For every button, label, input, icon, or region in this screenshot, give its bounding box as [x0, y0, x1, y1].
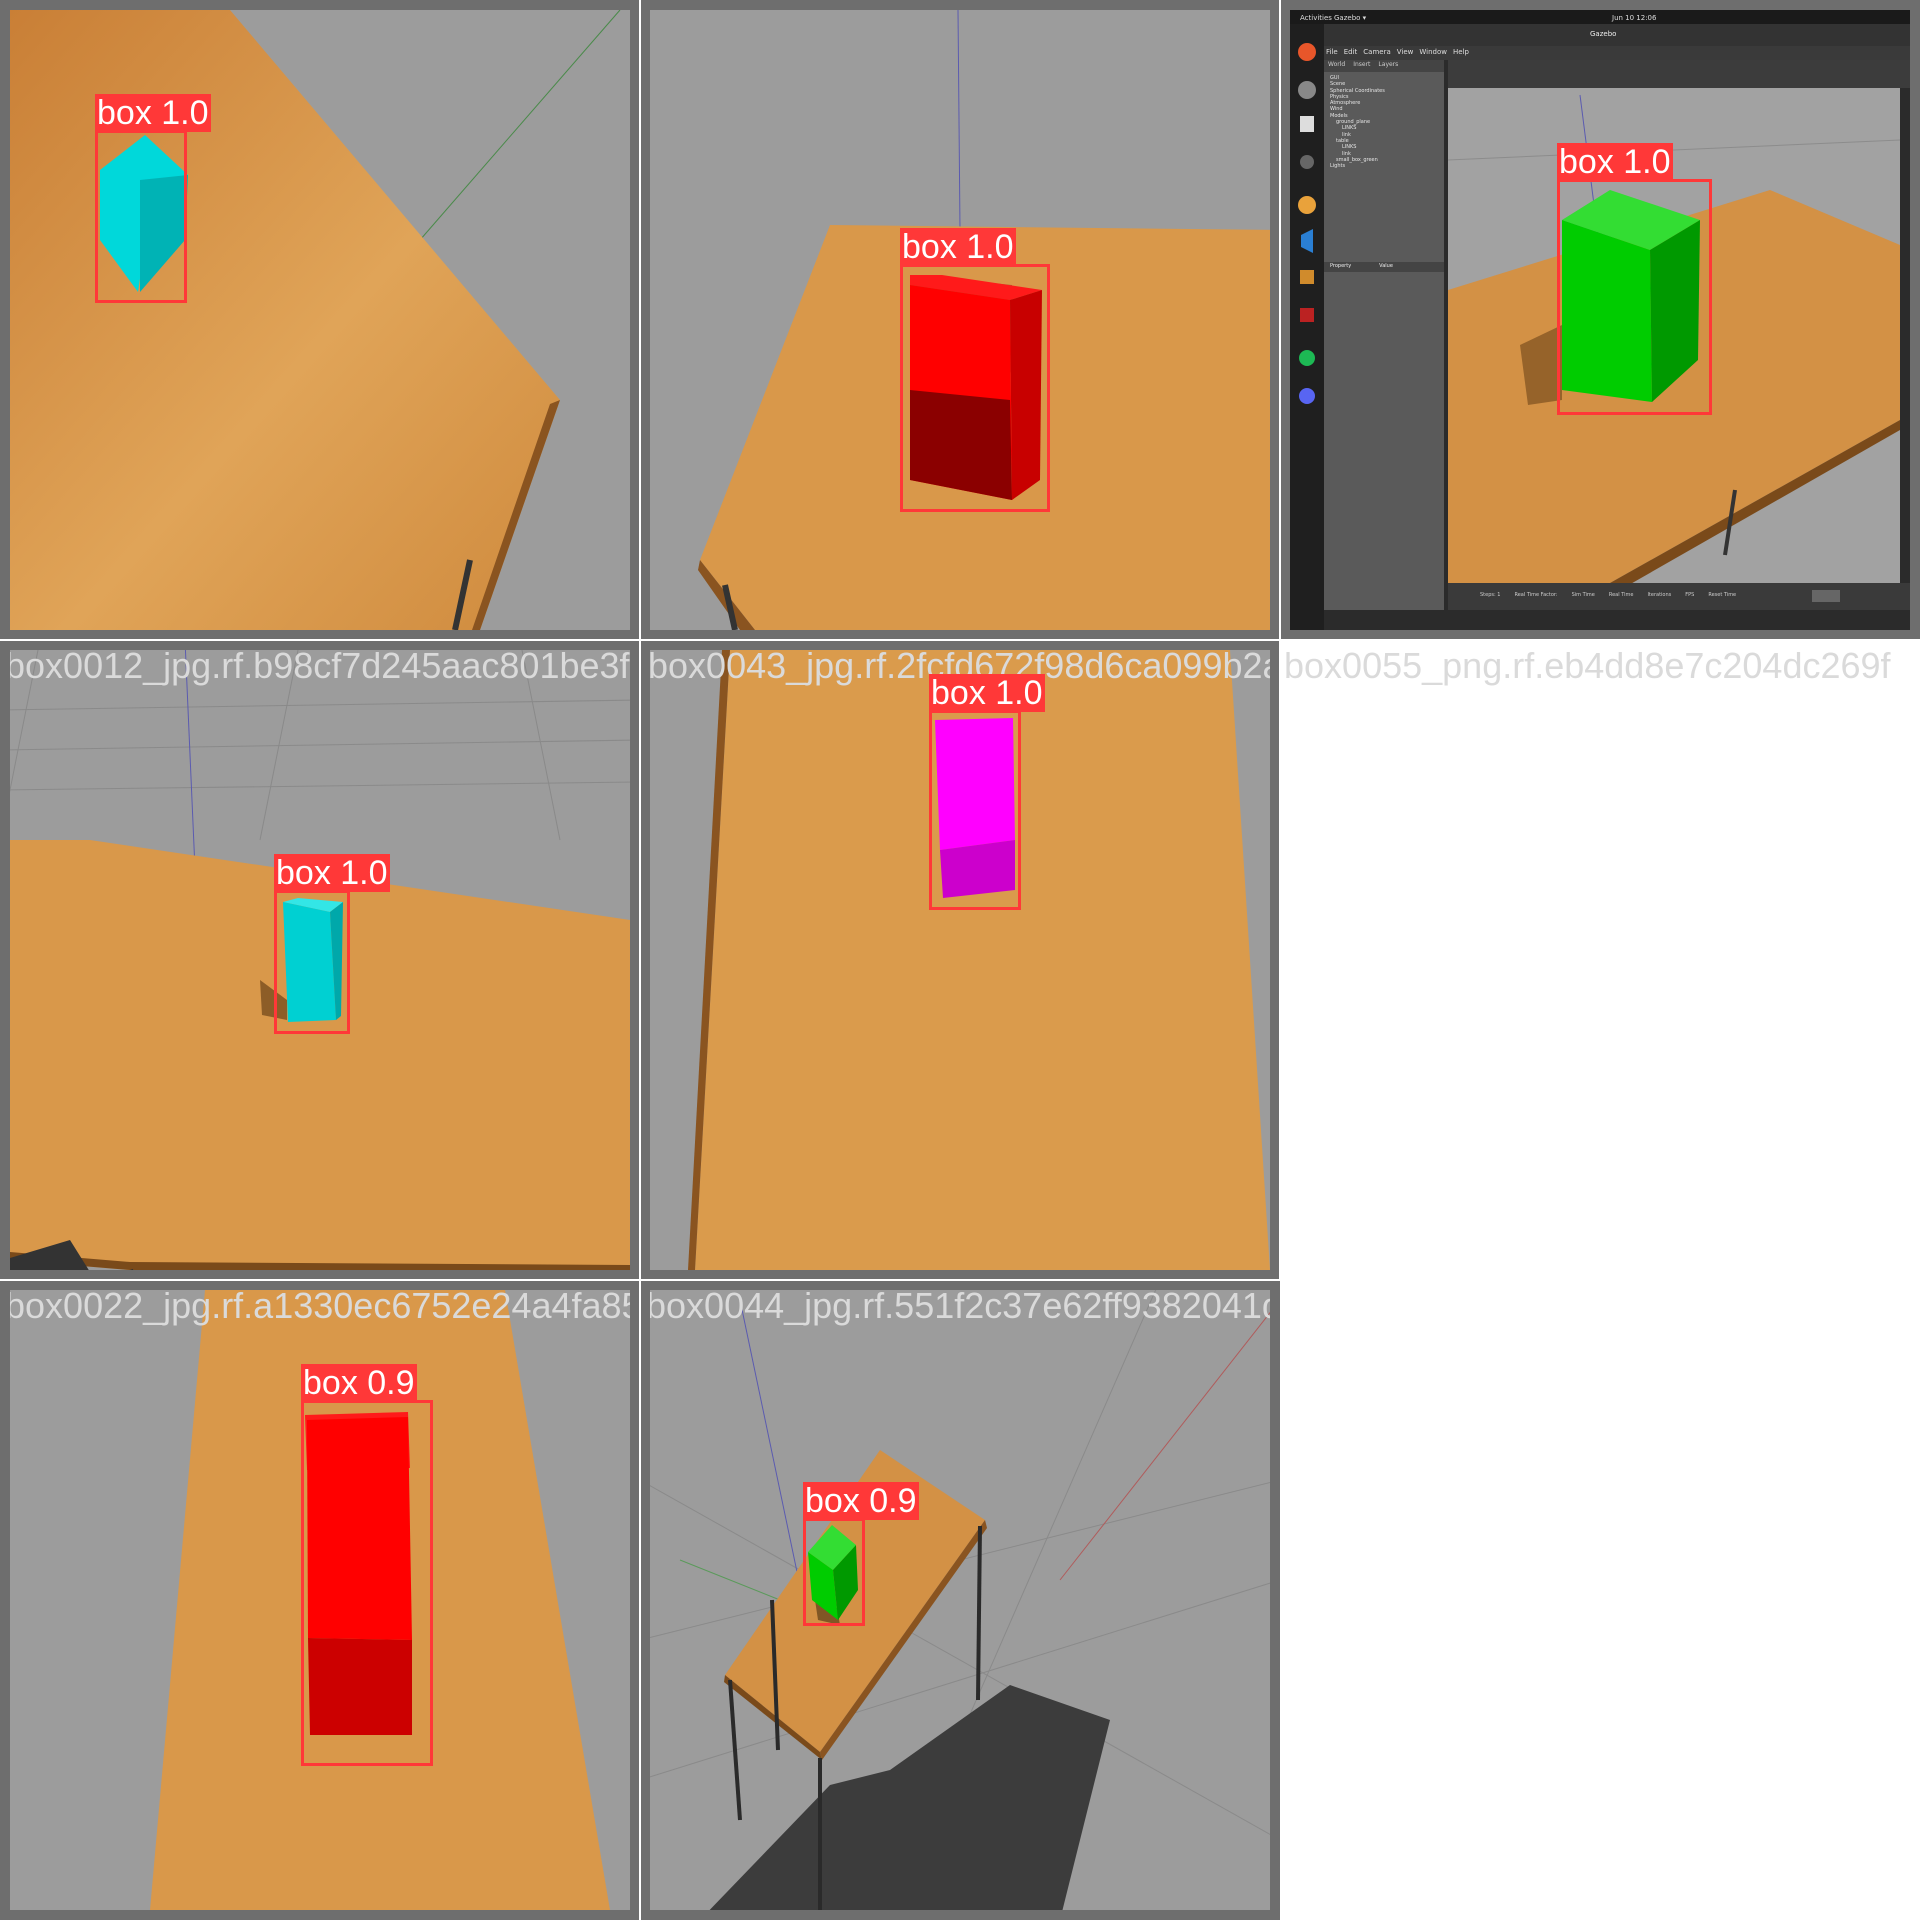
value-column: Value	[1379, 263, 1393, 269]
tree-item[interactable]: Lights	[1330, 163, 1385, 169]
detection-box	[929, 710, 1021, 910]
menu-bar: File Edit Camera View Window Help	[1326, 48, 1469, 56]
steps-readout: Steps: 1	[1480, 592, 1501, 598]
reset-time-button[interactable]: Reset Time	[1708, 592, 1736, 598]
detection-label: box 1.0	[1557, 143, 1673, 181]
menu-camera[interactable]: Camera	[1363, 48, 1390, 56]
property-column: Property	[1330, 263, 1352, 269]
image-filename: box0055_png.rf.eb4dd8e7c204dc269f	[1284, 645, 1891, 686]
bottom-toolbar: Steps: 1 Real Time Factor: Sim Time Real…	[1480, 592, 1736, 598]
detection-label: box 1.0	[274, 854, 390, 892]
tile-7: box0022_jpg.rf.a1330ec6752e24a4fa85f5624…	[0, 1280, 640, 1920]
detection-label: box 0.9	[301, 1364, 417, 1402]
iterations-label: Iterations	[1647, 592, 1672, 598]
tile-2: box 1.0	[640, 0, 1280, 640]
app-menu[interactable]: Gazebo ▾	[1334, 12, 1366, 24]
scene-image	[640, 1280, 1280, 1920]
menu-window[interactable]: Window	[1419, 48, 1447, 56]
world-tree: GUI Scene Spherical Coordinates Physics …	[1330, 75, 1385, 169]
detection-box	[1557, 179, 1712, 415]
window-title: Gazebo	[1590, 30, 1617, 38]
tab-world[interactable]: World	[1328, 61, 1345, 68]
activities-button[interactable]: Activities	[1300, 12, 1332, 24]
detection-label: box 0.9	[803, 1482, 919, 1520]
menu-edit[interactable]: Edit	[1344, 48, 1358, 56]
menu-file[interactable]: File	[1326, 48, 1338, 56]
tile-8: box0044_jpg.rf.551f2c37e62ff9382041d8853…	[640, 1280, 1280, 1920]
tile-3: Activities Gazebo ▾ Jun 10 12:06 Gazebo …	[1280, 0, 1920, 640]
detection-box	[95, 130, 187, 303]
fps-label: FPS	[1685, 592, 1695, 598]
detection-label: box 1.0	[95, 94, 211, 132]
clock: Jun 10 12:06	[1612, 14, 1657, 22]
menu-help[interactable]: Help	[1453, 48, 1469, 56]
detection-box	[274, 890, 350, 1034]
sim-time-label: Sim Time	[1571, 592, 1595, 598]
tile-1: box 1.0	[0, 0, 640, 640]
detection-label: box 1.0	[900, 228, 1016, 266]
menu-view[interactable]: View	[1397, 48, 1414, 56]
tile-9	[1280, 1280, 1920, 1920]
tile-5: box0043_jpg.rf.2fcfd672f98d6ca099b2a7b08…	[640, 640, 1280, 1280]
tile-6: box0055_png.rf.eb4dd8e7c204dc269f	[1280, 640, 1920, 1280]
property-header: Property Value	[1330, 263, 1393, 269]
real-time-label: Real Time	[1608, 592, 1634, 598]
tree-item[interactable]: Spherical Coordinates	[1330, 88, 1385, 94]
tab-layers[interactable]: Layers	[1378, 61, 1398, 68]
detection-box	[301, 1400, 433, 1766]
detection-box	[803, 1518, 865, 1626]
gazebo-topbar: Activities Gazebo ▾ Jun 10 12:06	[1294, 12, 1906, 24]
rtf-label: Real Time Factor:	[1514, 592, 1558, 598]
detection-box	[900, 264, 1050, 512]
detection-label: box 1.0	[929, 674, 1045, 712]
tab-insert[interactable]: Insert	[1353, 61, 1370, 68]
panel-tabs: World Insert Layers	[1328, 61, 1398, 68]
tile-4: box0012_jpg.rf.b98cf7d245aac801be3fe4f02…	[0, 640, 640, 1280]
